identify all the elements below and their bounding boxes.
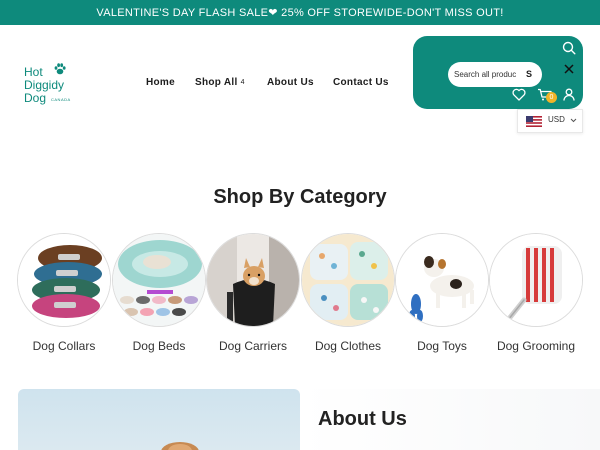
close-icon[interactable] xyxy=(564,64,574,74)
search-submit-button[interactable]: S xyxy=(522,66,536,82)
categories-title: Shop By Category xyxy=(213,186,387,208)
heart-icon[interactable] xyxy=(512,88,526,101)
category-image xyxy=(489,233,583,327)
logo[interactable]: Hot Diggidy Dog CANADA xyxy=(24,62,94,106)
user-icon[interactable] xyxy=(563,88,575,101)
category-image xyxy=(112,233,206,327)
announcement-text: VALENTINE'S DAY FLASH SALE❤ 25% OFF STOR… xyxy=(96,7,504,19)
currency-code: USD xyxy=(548,115,565,124)
currency-selector[interactable]: USD xyxy=(517,109,583,133)
logo-line-hot: Hot xyxy=(24,65,43,79)
chevron-down-icon xyxy=(570,118,577,123)
nav-shop-all-label: Shop All xyxy=(195,77,238,88)
nav-about-us[interactable]: About Us xyxy=(267,77,314,88)
logo-line-dog: Dog xyxy=(24,91,47,105)
about-image xyxy=(18,389,300,450)
nav-home[interactable]: Home xyxy=(146,77,175,88)
category-image xyxy=(17,233,111,327)
search-input[interactable] xyxy=(454,67,516,82)
category-image xyxy=(301,233,395,327)
us-flag-icon xyxy=(526,116,542,127)
cart-count-badge: 0 xyxy=(546,92,557,103)
announcement-bar: VALENTINE'S DAY FLASH SALE❤ 25% OFF STOR… xyxy=(0,0,600,25)
category-label: Dog Grooming xyxy=(496,339,576,353)
search-panel: S xyxy=(413,36,583,109)
about-title: About Us xyxy=(318,408,407,430)
paw-icon xyxy=(54,63,66,75)
nav-shop-all-caret: 4 xyxy=(240,79,245,86)
search-icon[interactable] xyxy=(562,41,576,55)
nav-contact-us[interactable]: Contact Us xyxy=(333,77,389,88)
nav-shop-all[interactable]: Shop All 4 xyxy=(195,77,245,88)
logo-line-diggidy: Diggidy xyxy=(24,78,65,92)
category-image xyxy=(206,233,300,327)
category-image xyxy=(395,233,489,327)
search-box: S xyxy=(448,62,542,87)
logo-sub: CANADA xyxy=(51,97,71,102)
